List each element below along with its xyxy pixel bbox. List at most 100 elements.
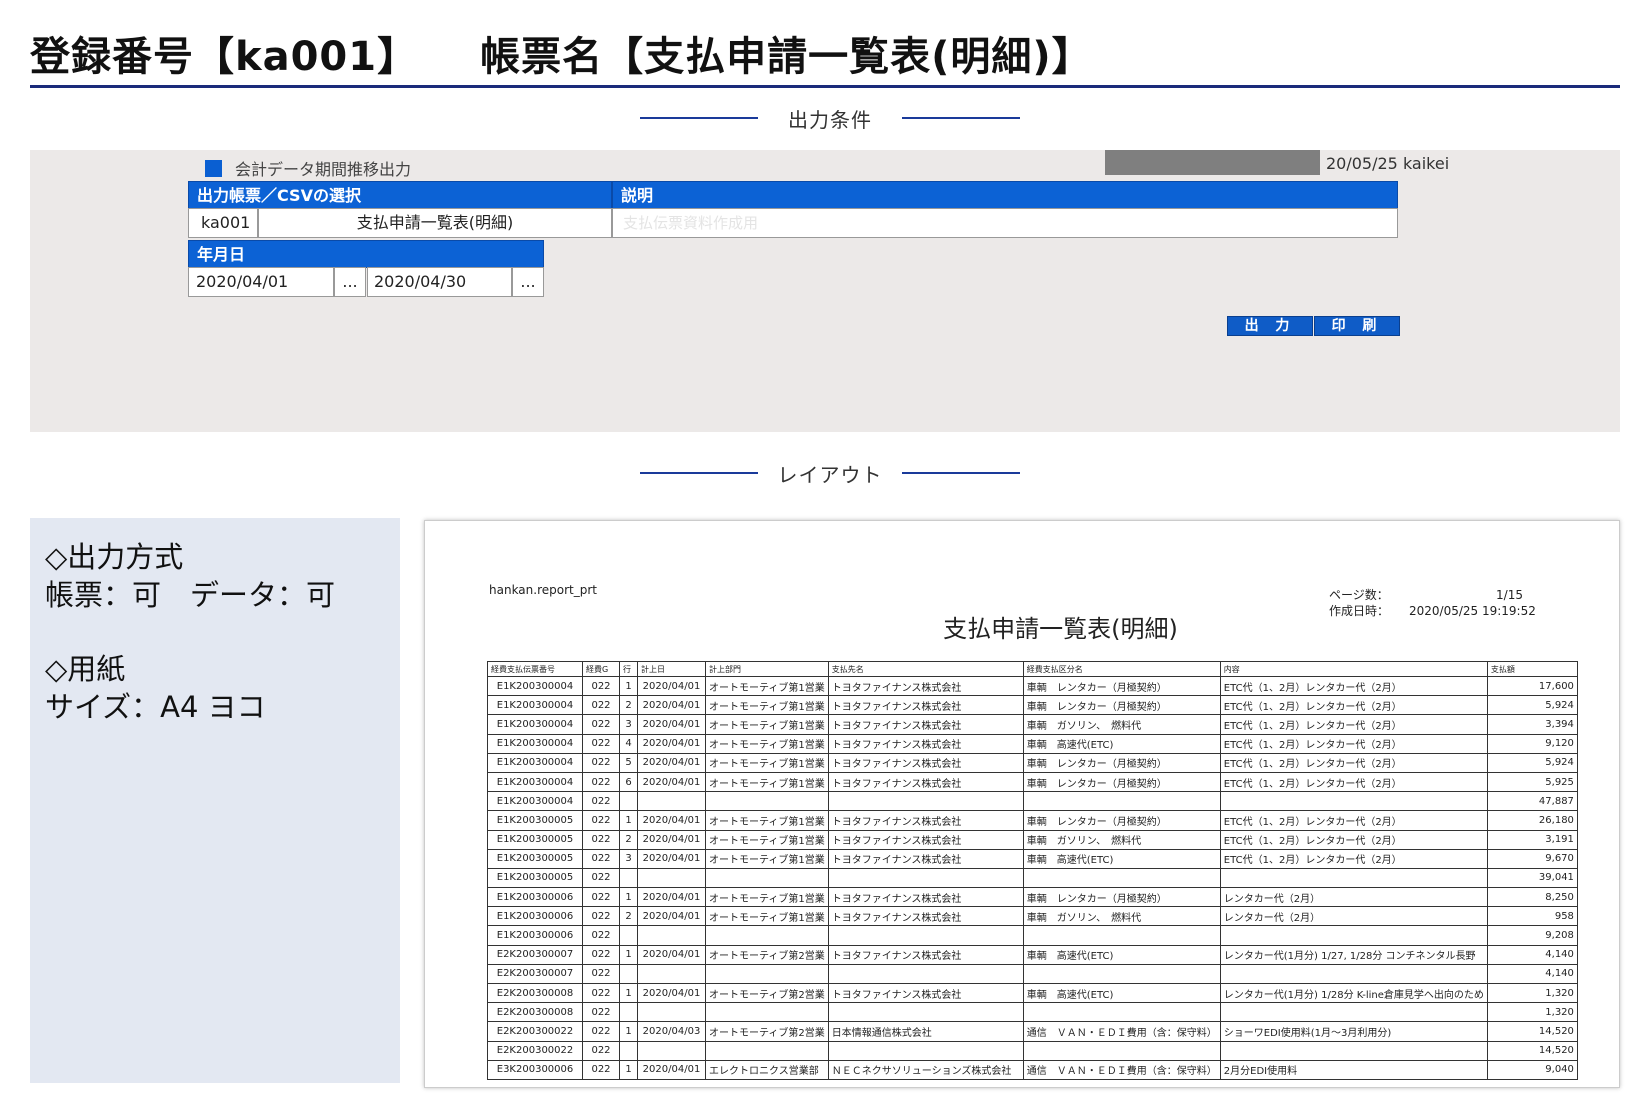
form-select-header: 出力帳票／CSVの選択 <box>188 181 612 209</box>
table-cell: E2K200300022 <box>487 1040 583 1061</box>
date-to-picker-button[interactable]: ... <box>512 267 544 297</box>
table-cell <box>637 867 706 889</box>
column-header: 計上部門 <box>705 661 829 677</box>
table-cell <box>705 1002 829 1023</box>
table-cell: 17,600 <box>1486 675 1578 697</box>
table-cell: レンタカー代(1月分) 1/28分 K-line倉庫見学へ出向のため <box>1219 982 1488 1004</box>
table-cell: 2020/04/01 <box>637 771 706 793</box>
table-cell: 022 <box>582 695 620 716</box>
table-cell: レンタカー代（2月） <box>1219 887 1488 908</box>
table-cell: 2020/04/01 <box>637 810 706 831</box>
table-cell: 8,250 <box>1486 887 1578 908</box>
report-program-name: hankan.report_prt <box>489 583 597 597</box>
table-cell: 車輌 レンタカー（月極契約） <box>1022 752 1221 773</box>
table-row: E1K200300006 022 1 2020/04/01 オートモーティブ第1営業 トヨ… <box>487 887 1578 908</box>
table-cell: オートモーティブ第1営業 <box>705 695 829 716</box>
date-from-picker-button[interactable]: ... <box>334 267 366 297</box>
table-row: E1K200300004 022 2 2020/04/01 オートモーティブ第1営業 トヨ… <box>487 695 1578 716</box>
table-cell: 022 <box>582 944 620 965</box>
layout-section-heading: レイアウト <box>640 458 1020 488</box>
registration-number: 登録番号【ka001】 <box>30 34 419 80</box>
table-cell: 022 <box>582 829 620 850</box>
table-row: E1K200300006 022 2 2020/04/01 オートモーティブ第1営業 トヨ… <box>487 906 1578 927</box>
table-cell: レンタカー代(1月分) 1/27, 1/28分 コンチネンタル長野 <box>1219 944 1488 965</box>
table-cell: 日本情報通信株式会社 <box>827 1021 1024 1042</box>
table-cell <box>619 963 638 985</box>
table-row: E1K200300004 022 3 2020/04/01 オートモーティブ第1営業 トヨ… <box>487 714 1578 735</box>
table-cell: トヨタファイナンス株式会社 <box>827 810 1024 831</box>
form-description-cell: 支払伝票資料作成用 <box>612 208 1398 238</box>
table-cell <box>827 791 1024 812</box>
table-cell: 2020/04/01 <box>637 752 706 773</box>
table-cell: 9,208 <box>1486 925 1578 946</box>
table-cell: 022 <box>582 752 620 773</box>
table-cell: 022 <box>582 791 620 812</box>
form-code-cell[interactable]: ka001 <box>188 208 258 238</box>
form-label-cell[interactable]: 支払申請一覧表(明細) <box>258 208 612 238</box>
output-button[interactable]: 出 力 <box>1227 316 1313 336</box>
table-cell <box>1022 925 1221 946</box>
table-cell <box>827 867 1024 889</box>
table-cell: トヨタファイナンス株式会社 <box>827 829 1024 850</box>
table-cell: ETC代（1、2月）レンタカー代（2月） <box>1219 752 1488 773</box>
table-cell: オートモーティブ第2営業 <box>705 982 829 1004</box>
table-cell: 1,320 <box>1486 1002 1578 1023</box>
table-row: E1K200300004 022 4 2020/04/01 オートモーティブ第1営業 トヨ… <box>487 733 1578 754</box>
table-row: E3K200300006 022 1 2020/04/01 エレクトロニクス営業部 ＮＥＣ… <box>487 1059 1578 1080</box>
table-cell: 14,520 <box>1486 1040 1578 1061</box>
table-cell: 2020/04/01 <box>637 714 706 735</box>
table-cell: 3 <box>619 714 638 735</box>
table-cell <box>637 1040 706 1061</box>
table-cell: 車輌 ガソリン、 燃料代 <box>1022 829 1221 850</box>
column-header: 支払額 <box>1486 661 1578 677</box>
table-cell: E1K200300005 <box>487 867 583 889</box>
table-cell: E1K200300004 <box>487 791 583 812</box>
table-cell: 022 <box>582 733 620 754</box>
table-cell <box>827 1040 1024 1061</box>
table-cell: トヨタファイナンス株式会社 <box>827 906 1024 927</box>
column-header: 経費G <box>582 661 620 677</box>
table-cell: E1K200300004 <box>487 771 583 793</box>
table-cell: 車輌 レンタカー（月極契約） <box>1022 695 1221 716</box>
table-cell: ETC代（1、2月）レンタカー代（2月） <box>1219 695 1488 716</box>
table-row: E1K200300005 022 39,041 <box>487 867 1578 889</box>
table-cell: オートモーティブ第1営業 <box>705 848 829 869</box>
table-cell: 車輌 レンタカー（月極契約） <box>1022 771 1221 793</box>
divider-line-right <box>902 117 1020 119</box>
table-cell: E1K200300004 <box>487 714 583 735</box>
table-cell: 9,670 <box>1486 848 1578 869</box>
table-cell: 022 <box>582 848 620 869</box>
table-cell: 2020/04/01 <box>637 829 706 850</box>
table-row: E2K200300007 022 4,140 <box>487 963 1578 985</box>
table-cell <box>637 963 706 985</box>
table-cell <box>619 1002 638 1023</box>
table-cell: 958 <box>1486 906 1578 927</box>
date-from-input[interactable]: 2020/04/01 <box>188 267 334 297</box>
table-cell: ETC代（1、2月）レンタカー代（2月） <box>1219 829 1488 850</box>
table-cell: 4,140 <box>1486 963 1578 985</box>
table-cell: 5,924 <box>1486 752 1578 773</box>
table-row: E1K200300005 022 3 2020/04/01 オートモーティブ第1営業 トヨ… <box>487 848 1578 869</box>
table-cell: 2020/04/03 <box>637 1021 706 1042</box>
report-table: 経費支払伝票番号 経費G 行計上日 計上部門 支払先名 経費支払区分名 内容 支払額 E1K2… <box>487 661 1578 1080</box>
table-cell: E1K200300005 <box>487 848 583 869</box>
table-cell <box>637 791 706 812</box>
layout-heading-label: レイアウト <box>777 462 883 487</box>
date-to-input[interactable]: 2020/04/30 <box>367 267 512 297</box>
table-cell: 5,924 <box>1486 695 1578 716</box>
table-cell: 022 <box>582 1059 620 1080</box>
table-cell: 4 <box>619 733 638 754</box>
print-button[interactable]: 印 刷 <box>1314 316 1400 336</box>
date-header: 年月日 <box>188 240 544 268</box>
table-cell: E1K200300004 <box>487 733 583 754</box>
table-cell: オートモーティブ第1営業 <box>705 714 829 735</box>
table-cell: 車輌 高速代(ETC) <box>1022 982 1221 1004</box>
table-cell: 通信 ＶＡＮ・ＥＤＩ費用（含：保守料） <box>1022 1021 1221 1042</box>
table-cell: ETC代（1、2月）レンタカー代（2月） <box>1219 675 1488 697</box>
table-cell: トヨタファイナンス株式会社 <box>827 733 1024 754</box>
table-cell: 1 <box>619 887 638 908</box>
table-cell: 車輌 ガソリン、 燃料代 <box>1022 906 1221 927</box>
table-cell: E1K200300005 <box>487 810 583 831</box>
table-cell: E1K200300004 <box>487 695 583 716</box>
table-cell: 022 <box>582 925 620 946</box>
